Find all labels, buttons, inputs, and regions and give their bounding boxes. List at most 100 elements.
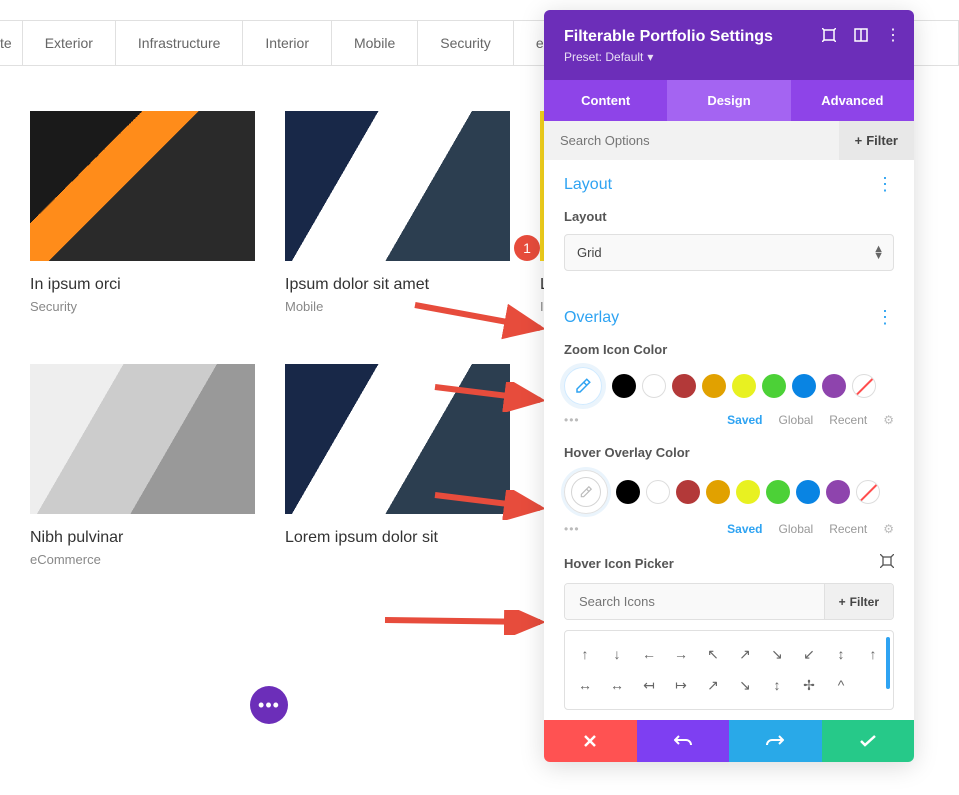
select-arrows-icon: ▲▼	[873, 246, 884, 260]
color-swatch[interactable]	[702, 374, 726, 398]
icon-option[interactable]	[857, 670, 889, 701]
icon-option[interactable]: ↕	[825, 639, 857, 670]
section-title[interactable]: Layout	[564, 176, 612, 194]
section-menu-icon[interactable]: ⋮	[876, 307, 894, 328]
portfolio-item[interactable]: In ipsum orci Security	[30, 111, 255, 314]
kebab-menu-icon[interactable]: ⋮	[886, 28, 900, 42]
section-title[interactable]: Overlay	[564, 309, 619, 327]
recent-link[interactable]: Recent	[829, 522, 867, 536]
saved-link[interactable]: Saved	[727, 413, 762, 427]
color-swatch[interactable]	[736, 480, 760, 504]
portfolio-category: Security	[30, 299, 255, 314]
filter-tab[interactable]: Infrastructure	[116, 21, 243, 65]
module-fab[interactable]: •••	[250, 686, 288, 724]
layout-field-label: Layout	[564, 209, 894, 224]
portfolio-item[interactable]: Lorem ipsum dolor sit	[285, 364, 510, 567]
portfolio-title: Nibh pulvinar	[30, 529, 255, 547]
layout-section: Layout ⋮ Layout Grid ▲▼	[544, 160, 914, 285]
icon-option[interactable]: ↔	[601, 670, 633, 701]
icon-option[interactable]: ↗	[697, 670, 729, 701]
icon-option[interactable]: ↓	[601, 639, 633, 670]
icon-filter-button[interactable]: +Filter	[824, 584, 893, 619]
filter-tab[interactable]: Security	[418, 21, 514, 65]
settings-panel: Filterable Portfolio Settings Preset: De…	[544, 10, 914, 762]
color-swatch[interactable]	[822, 374, 846, 398]
panel-tabs: Content Design Advanced	[544, 80, 914, 121]
redo-button[interactable]	[729, 720, 822, 762]
save-button[interactable]	[822, 720, 915, 762]
cancel-button[interactable]	[544, 720, 637, 762]
tab-content[interactable]: Content	[544, 80, 667, 121]
color-swatch[interactable]	[792, 374, 816, 398]
portfolio-image	[30, 364, 255, 514]
icon-option[interactable]: ↘	[761, 639, 793, 670]
color-swatch[interactable]	[676, 480, 700, 504]
gear-icon[interactable]: ⚙	[883, 522, 894, 536]
portfolio-title: Ipsum dolor sit amet	[285, 276, 510, 294]
filter-tab[interactable]: Exterior	[23, 21, 116, 65]
icon-grid: ↑ ↓ ← → ↖ ↗ ↘ ↙ ↕ ↑ ↔ ↔ ↤ ↦ ↗ ↘ ↕	[564, 630, 894, 710]
undo-button[interactable]	[637, 720, 730, 762]
icon-option[interactable]: ←	[633, 639, 665, 670]
tab-advanced[interactable]: Advanced	[791, 80, 914, 121]
filter-button[interactable]: +Filter	[839, 121, 914, 160]
color-swatch[interactable]	[612, 374, 636, 398]
color-swatch[interactable]	[646, 480, 670, 504]
icon-option[interactable]: ↗	[729, 639, 761, 670]
portfolio-category: Mobile	[285, 299, 510, 314]
section-menu-icon[interactable]: ⋮	[876, 174, 894, 195]
annotation-badge: 1	[514, 235, 540, 261]
filter-tab[interactable]: Interior	[243, 21, 332, 65]
gear-icon[interactable]: ⚙	[883, 413, 894, 427]
portfolio-item[interactable]: Nibh pulvinar eCommerce	[30, 364, 255, 567]
saved-link[interactable]: Saved	[727, 522, 762, 536]
icon-option[interactable]: ✢	[793, 670, 825, 701]
search-input[interactable]	[544, 121, 839, 160]
preset-selector[interactable]: Preset: Default▾	[564, 50, 653, 64]
search-row: +Filter	[544, 121, 914, 160]
global-link[interactable]: Global	[779, 413, 814, 427]
snap-icon[interactable]	[854, 28, 868, 42]
expand-icon[interactable]	[822, 28, 836, 42]
more-dots-icon[interactable]: •••	[564, 413, 711, 427]
icon-option[interactable]: ↦	[665, 670, 697, 701]
filter-tab[interactable]: Mobile	[332, 21, 418, 65]
color-swatch[interactable]	[616, 480, 640, 504]
layout-select[interactable]: Grid	[564, 234, 894, 271]
portfolio-item[interactable]: Ipsum dolor sit amet Mobile	[285, 111, 510, 314]
color-swatch[interactable]	[826, 480, 850, 504]
icon-option[interactable]: ↑	[857, 639, 889, 670]
color-swatch-none[interactable]	[852, 374, 876, 398]
tab-design[interactable]: Design	[667, 80, 790, 121]
recent-link[interactable]: Recent	[829, 413, 867, 427]
more-dots-icon[interactable]: •••	[564, 522, 711, 536]
portfolio-title: In ipsum orci	[30, 276, 255, 294]
icon-option[interactable]: ^	[825, 670, 857, 701]
icon-option[interactable]: ↤	[633, 670, 665, 701]
panel-footer	[544, 720, 914, 762]
scrollbar[interactable]	[886, 637, 890, 689]
overlay-section: Overlay ⋮ Zoom Icon Color ••• S	[544, 285, 914, 720]
icon-search-input[interactable]	[565, 584, 824, 619]
eyedropper-button[interactable]	[564, 470, 608, 514]
filter-tab[interactable]: te	[0, 21, 23, 65]
color-swatch[interactable]	[672, 374, 696, 398]
icon-option[interactable]: ↕	[761, 670, 793, 701]
expand-target-icon[interactable]	[880, 554, 894, 573]
color-swatch[interactable]	[642, 374, 666, 398]
color-swatch[interactable]	[762, 374, 786, 398]
zoom-icon-color-label: Zoom Icon Color	[564, 342, 894, 357]
color-swatch[interactable]	[732, 374, 756, 398]
icon-option[interactable]: ↖	[697, 639, 729, 670]
global-link[interactable]: Global	[779, 522, 814, 536]
icon-option[interactable]: →	[665, 639, 697, 670]
color-swatch[interactable]	[796, 480, 820, 504]
color-swatch-none[interactable]	[856, 480, 880, 504]
color-swatch[interactable]	[706, 480, 730, 504]
icon-option[interactable]: ↑	[569, 639, 601, 670]
color-swatch[interactable]	[766, 480, 790, 504]
eyedropper-button[interactable]	[564, 367, 602, 405]
icon-option[interactable]: ↔	[569, 670, 601, 701]
icon-option[interactable]: ↙	[793, 639, 825, 670]
icon-option[interactable]: ↘	[729, 670, 761, 701]
